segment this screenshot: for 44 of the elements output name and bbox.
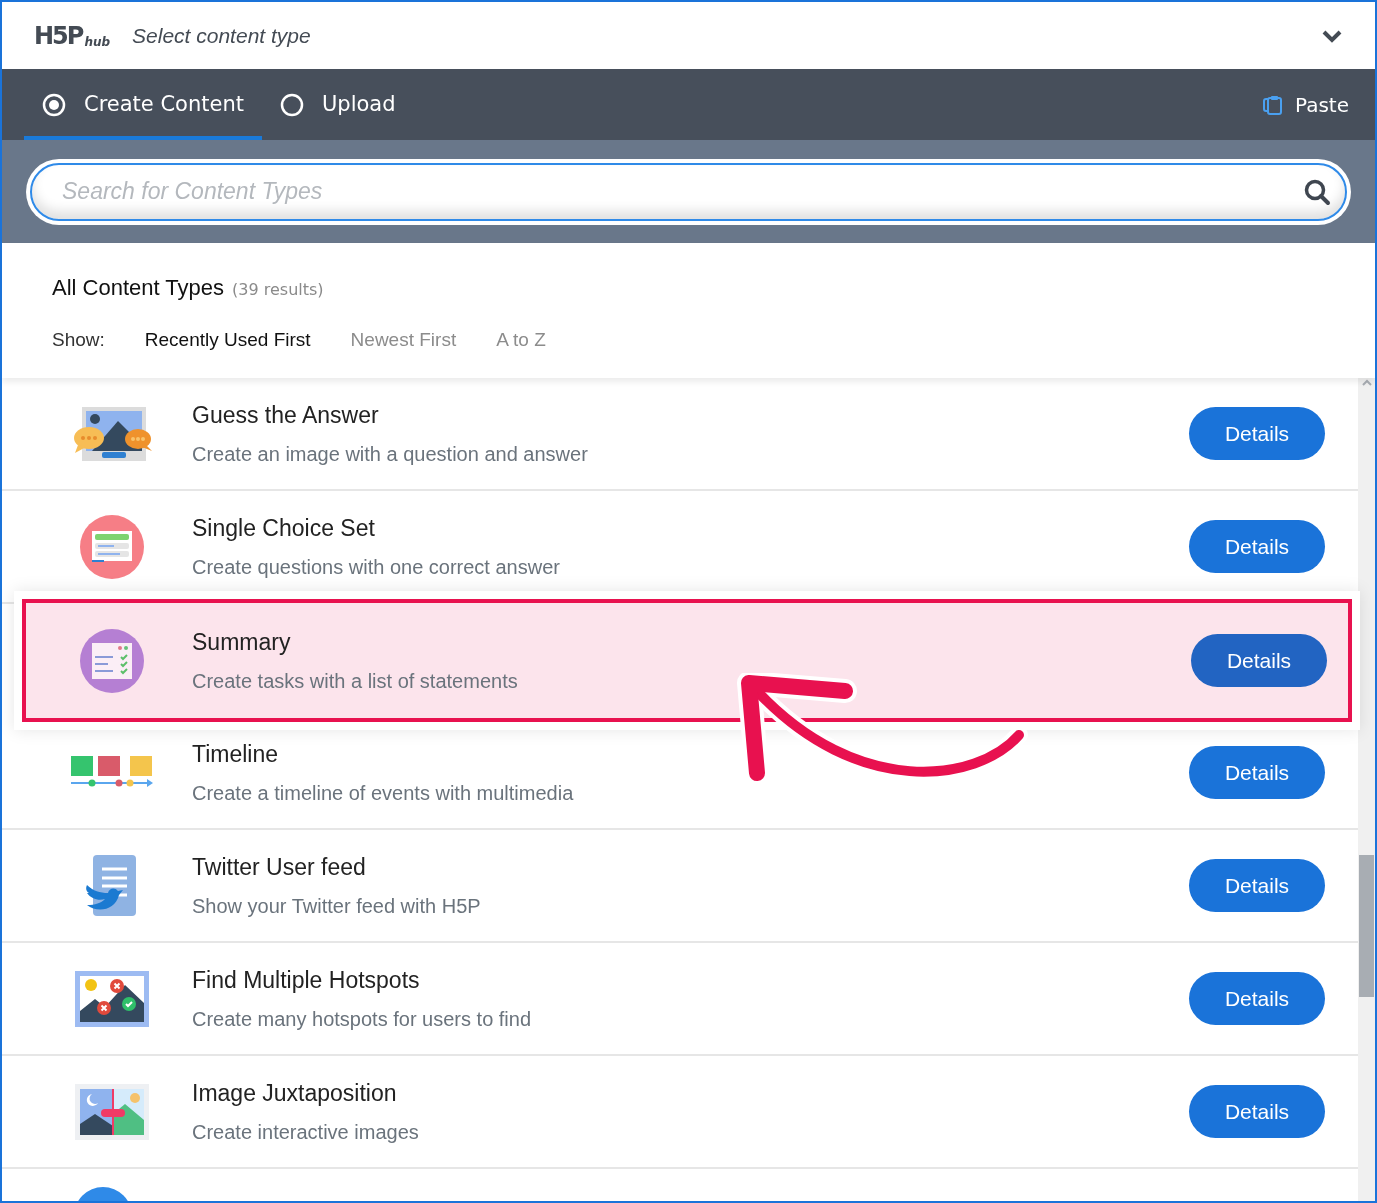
- radio-icon: [42, 92, 66, 117]
- image-comparison-icon: [75, 1083, 149, 1140]
- radio-icon: [280, 92, 304, 117]
- timeline-icon: [71, 755, 153, 790]
- bird-document-icon: [85, 854, 139, 917]
- search-icon: [1303, 177, 1331, 206]
- sort-option[interactable]: Newest First: [350, 326, 457, 355]
- content-type-description: Create interactive images: [192, 1119, 420, 1145]
- content-type-description: Create a timeline of events with multimedia: [192, 780, 575, 806]
- content-type-description: Create an image with a question and answer: [192, 441, 589, 467]
- checklist-circle-icon: [80, 628, 144, 693]
- content-type-title: Image Juxtaposition: [192, 1079, 398, 1109]
- scroll-up-icon[interactable]: [1361, 378, 1372, 388]
- content-type-description: Show your Twitter feed with H5P: [192, 893, 482, 919]
- content-type-title: Guess the Answer: [192, 401, 380, 431]
- scroll-thumb[interactable]: [1359, 855, 1374, 997]
- sort-option[interactable]: Recently Used First: [144, 326, 311, 355]
- details-button[interactable]: Details: [1189, 859, 1325, 912]
- content-type-title: Single Choice Set: [192, 514, 376, 544]
- details-button[interactable]: Details: [1189, 746, 1325, 799]
- details-button[interactable]: Details: [1189, 520, 1325, 573]
- result-count: (39 results): [232, 279, 324, 301]
- details-button[interactable]: Details: [1189, 407, 1325, 460]
- h5p-hub-logo: H5Phub: [34, 23, 111, 48]
- show-label: Show:: [52, 328, 105, 352]
- tab[interactable]: Upload: [262, 69, 414, 140]
- content-type-title: Summary: [192, 628, 292, 658]
- content-type-title: Timeline: [192, 740, 280, 770]
- details-button[interactable]: Details: [1189, 1085, 1325, 1138]
- details-button[interactable]: Details: [1191, 634, 1327, 687]
- content-type-description: Create tasks with a list of statements: [192, 668, 519, 694]
- clipboard-icon: [1263, 94, 1283, 115]
- checklist-circle-icon: [80, 514, 144, 579]
- details-button[interactable]: Details: [1189, 972, 1325, 1025]
- image-hotspots-icon: [75, 970, 149, 1027]
- content-type-description: Create many hotspots for users to find: [192, 1006, 533, 1032]
- content-type-title: Twitter User feed: [192, 853, 367, 883]
- panel-title: Select content type: [132, 22, 311, 49]
- content-type-description: Create questions with one correct answer: [192, 554, 561, 580]
- paste-button[interactable]: Paste: [1263, 69, 1349, 140]
- section-title: All Content Types: [52, 274, 225, 302]
- content-type-title: Find Multiple Hotspots: [192, 966, 421, 996]
- sort-option[interactable]: A to Z: [496, 326, 546, 355]
- search-field[interactable]: Search for Content Types: [30, 162, 1347, 221]
